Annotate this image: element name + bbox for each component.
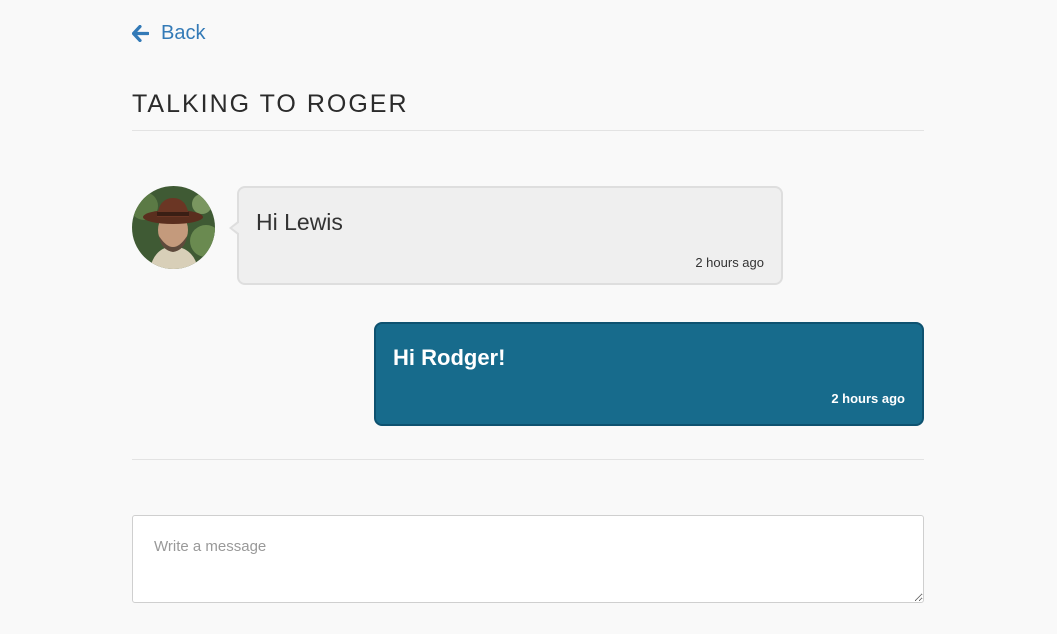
messages-divider [132,459,924,460]
message-timestamp: 2 hours ago [695,255,764,270]
back-label: Back [161,22,206,44]
outgoing-message: Hi Rodger! 2 hours ago [374,322,924,426]
back-link[interactable]: Back [132,22,205,45]
message-input[interactable] [132,515,924,603]
contact-photo [132,186,215,269]
incoming-message: Hi Lewis 2 hours ago [229,186,783,285]
page-title: TALKING TO ROGER [132,90,409,118]
title-divider [132,130,924,131]
message-text: Hi Rodger! [393,345,506,370]
message-text: Hi Lewis [256,209,343,235]
avatar [132,186,215,269]
arrow-left-icon [132,25,149,42]
message-timestamp: 2 hours ago [831,391,905,406]
